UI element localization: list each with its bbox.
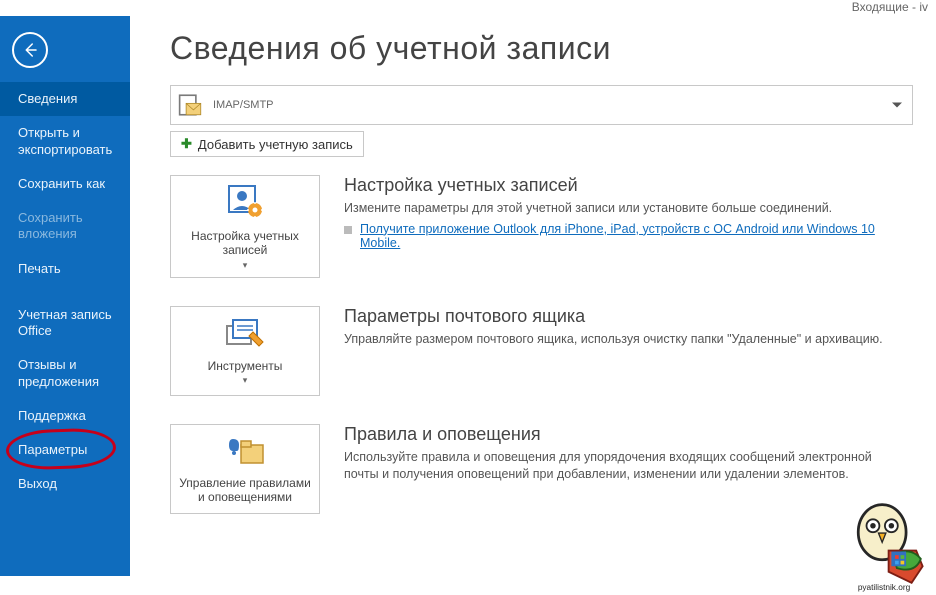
tile-label: Инструменты	[208, 359, 283, 373]
nav-print[interactable]: Печать	[0, 252, 130, 286]
section-account-settings: Настройка учетных записей ▾ Настройка уч…	[170, 175, 920, 278]
plus-icon: ✚	[181, 136, 192, 152]
nav-open-export[interactable]: Открыть и экспортировать	[0, 116, 130, 167]
user-settings-icon	[223, 184, 267, 223]
nav-save-attachments: Сохранить вложения	[0, 201, 130, 252]
back-button[interactable]	[12, 32, 48, 68]
section-rules-alerts: Управление правилами и оповещениями Прав…	[170, 424, 920, 514]
svg-text:pyatilistnik.org: pyatilistnik.org	[858, 583, 911, 592]
account-type: IMAP/SMTP	[213, 99, 274, 111]
section-title: Параметры почтового ящика	[344, 306, 904, 327]
chevron-down-icon: ▾	[243, 375, 248, 386]
nav-office-account[interactable]: Учетная запись Office	[0, 298, 130, 349]
nav-feedback[interactable]: Отзывы и предложения	[0, 348, 130, 399]
backstage-sidebar: Сведения Открыть и экспортировать Сохран…	[0, 16, 130, 576]
section-desc: Измените параметры для этой учетной запи…	[344, 200, 904, 218]
watermark-logo: pyatilistnik.org	[838, 500, 930, 588]
section-desc: Управляйте размером почтового ящика, исп…	[344, 331, 904, 349]
nav-exit[interactable]: Выход	[0, 467, 130, 501]
nav-info[interactable]: Сведения	[0, 82, 130, 116]
chevron-down-icon: ▾	[243, 260, 248, 271]
tile-tools[interactable]: Инструменты ▾	[170, 306, 320, 396]
bullet-icon	[344, 226, 352, 234]
nav-options[interactable]: Параметры	[0, 433, 130, 467]
tools-icon	[223, 318, 267, 353]
section-mailbox-tools: Инструменты ▾ Параметры почтового ящика …	[170, 306, 920, 396]
add-account-button[interactable]: ✚ Добавить учетную запись	[170, 131, 364, 157]
account-icon	[177, 91, 205, 119]
tile-rules-alerts[interactable]: Управление правилами и оповещениями	[170, 424, 320, 514]
section-title: Правила и оповещения	[344, 424, 904, 445]
nav-save-as[interactable]: Сохранить как	[0, 167, 130, 201]
tile-label: Управление правилами и оповещениями	[177, 476, 313, 505]
nav-support[interactable]: Поддержка	[0, 399, 130, 433]
page-heading: Сведения об учетной записи	[170, 30, 920, 67]
account-selector[interactable]: IMAP/SMTP	[170, 85, 913, 125]
window-title: Входящие - iv	[852, 0, 928, 14]
rules-alerts-icon	[223, 435, 267, 470]
mobile-apps-link[interactable]: Получите приложение Outlook для iPhone, …	[360, 222, 904, 250]
chevron-down-icon	[892, 103, 902, 108]
tile-label: Настройка учетных записей	[177, 229, 313, 258]
tile-account-settings[interactable]: Настройка учетных записей ▾	[170, 175, 320, 278]
section-title: Настройка учетных записей	[344, 175, 904, 196]
main-content: Сведения об учетной записи IMAP/SMTP ✚ Д…	[170, 30, 920, 542]
section-desc: Используйте правила и оповещения для упо…	[344, 449, 904, 484]
add-account-label: Добавить учетную запись	[198, 137, 353, 152]
arrow-left-icon	[21, 41, 39, 59]
